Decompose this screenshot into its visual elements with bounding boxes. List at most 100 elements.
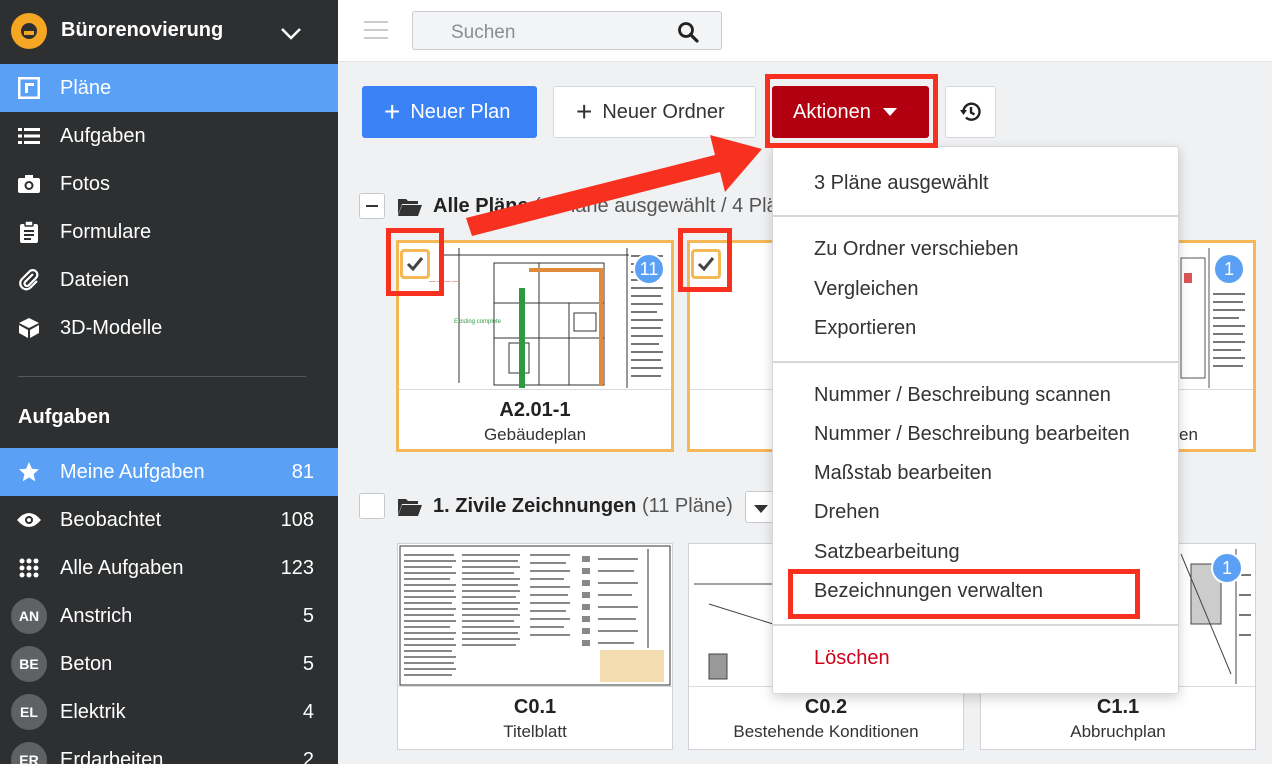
menu-item-delete[interactable]: Löschen [814,647,890,670]
plan-number: C0.2 [804,696,848,718]
chevron-down-icon [281,28,301,40]
search-input[interactable]: Suchen [412,11,722,50]
list-icon [17,124,41,148]
sidebar-item-label: Alle Aufgaben [60,556,184,579]
sidebar-item-3d-models[interactable]: 3D-Modelle [0,304,338,352]
plan-number: C1.1 [1096,696,1140,718]
plan-number: C0.1 [513,696,557,718]
section-subtitle: (3 Pläne ausgewählt / 4 Plä [534,195,778,217]
highlight-checkbox-1 [386,228,444,296]
sidebar-item-label: Dateien [60,268,129,291]
menu-item-rotate[interactable]: Drehen [814,501,880,524]
menu-item-compare[interactable]: Vergleichen [814,278,919,301]
section-title-civil-drawings[interactable]: 1. Zivile Zeichnungen (11 Pläne) [433,495,733,518]
avatar: BE [11,646,47,682]
menu-divider [773,215,1178,217]
folder-open-icon [398,499,422,516]
sidebar-item-tasks[interactable]: Aufgaben [0,112,338,160]
task-count: 108 [280,508,314,531]
sidebar-item-label: Elektrik [60,700,126,723]
history-button[interactable] [945,86,996,138]
history-icon [959,102,981,121]
menu-divider [773,361,1178,363]
sidebar-divider [18,376,306,377]
plan-thumbnail [398,544,672,687]
camera-icon [17,172,41,196]
menu-divider [773,624,1178,626]
new-plan-button[interactable]: + Neuer Plan [362,86,537,138]
menu-item-move-to-folder[interactable]: Zu Ordner verschieben [814,238,1019,261]
sidebar-item-label: Fotos [60,172,111,195]
avatar: EL [11,694,47,730]
menu-item-scan-number[interactable]: Nummer / Beschreibung scannen [814,384,1111,407]
task-count: 2 [302,748,314,764]
star-icon [17,460,41,484]
cube-icon [17,316,41,340]
search-placeholder: Suchen [451,22,516,43]
sidebar-item-elektrik[interactable]: EL Elektrik 4 [0,688,338,736]
plan-badge: 11 [633,253,665,285]
top-bar: Suchen [338,0,1272,62]
new-folder-button[interactable]: + Neuer Ordner [553,86,756,138]
plan-badge: 1 [1213,253,1245,285]
sidebar-item-watched[interactable]: Beobachtet 108 [0,496,338,544]
plan-card[interactable]: en 1 [1176,240,1256,452]
plan-name: Abbruchplan [1070,722,1166,741]
sidebar-item-my-tasks[interactable]: Meine Aufgaben 81 [0,448,338,496]
sidebar-item-label: Formulare [60,220,152,243]
section-title: Alle Pläne [433,195,529,217]
plan-badge: 1 [1211,552,1243,584]
sidebar-item-anstrich[interactable]: AN Anstrich 5 [0,592,338,640]
menu-item-edit-number[interactable]: Nummer / Beschreibung bearbeiten [814,423,1130,446]
menu-item-export[interactable]: Exportieren [814,317,916,340]
task-count: 5 [302,604,314,627]
sidebar-item-plans[interactable]: Pläne [0,64,338,112]
sidebar-item-label: Anstrich [60,604,133,627]
hamburger-menu-icon[interactable] [364,21,388,39]
avatar: AN [11,598,47,634]
new-plan-label: Neuer Plan [410,100,511,123]
grid-icon [17,556,41,580]
plan-card[interactable]: C0.1 Titelblatt [397,543,673,750]
project-switcher[interactable]: Bürorenovierung [0,0,338,62]
section-checkbox[interactable] [359,493,385,519]
sidebar-item-label: Erdarbeiten [60,748,164,764]
highlight-manage-labels [788,569,1140,619]
sidebar-item-photos[interactable]: Fotos [0,160,338,208]
sidebar-item-label: Aufgaben [60,124,146,147]
project-logo-icon [11,13,47,49]
plus-icon: + [576,96,593,127]
select-all-checkbox[interactable] [359,193,385,219]
sidebar-item-erdarbeiten[interactable]: ER Erdarbeiten 2 [0,736,338,764]
plus-icon: + [384,96,401,127]
task-count: 5 [302,652,314,675]
sidebar: Bürorenovierung Pläne Aufgaben Fotos For… [0,0,338,764]
plans-icon [17,76,41,100]
plan-name: Titelblatt [503,722,567,741]
highlight-actions-button [765,74,938,148]
plan-number: A2.01-1 [499,399,571,421]
section-subtitle: (11 Pläne) [641,495,733,517]
highlight-checkbox-2 [678,228,732,292]
sidebar-item-label: 3D-Modelle [60,316,163,339]
sidebar-item-label: Beobachtet [60,508,162,531]
sidebar-item-forms[interactable]: Formulare [0,208,338,256]
avatar: ER [11,742,47,764]
folder-open-icon [398,199,422,216]
menu-item-edit-scale[interactable]: Maßstab bearbeiten [814,462,992,485]
sidebar-item-label: Meine Aufgaben [60,460,205,483]
menu-item-batch-edit[interactable]: Satzbearbeitung [814,541,960,564]
sidebar-item-beton[interactable]: BE Beton 5 [0,640,338,688]
sidebar-item-files[interactable]: Dateien [0,256,338,304]
search-icon[interactable] [677,21,699,43]
section-dropdown-button[interactable] [745,491,775,523]
new-folder-label: Neuer Ordner [602,100,725,123]
clipboard-icon [17,220,41,244]
svg-text:Existing complete: Existing complete [454,319,502,325]
sidebar-item-all-tasks[interactable]: Alle Aufgaben 123 [0,544,338,592]
menu-selection-count: 3 Pläne ausgewählt [814,172,989,194]
sidebar-item-label: Pläne [60,76,112,99]
task-count: 4 [302,700,314,723]
section-title: 1. Zivile Zeichnungen [433,495,637,517]
plan-name: Gebäudeplan [483,425,587,444]
